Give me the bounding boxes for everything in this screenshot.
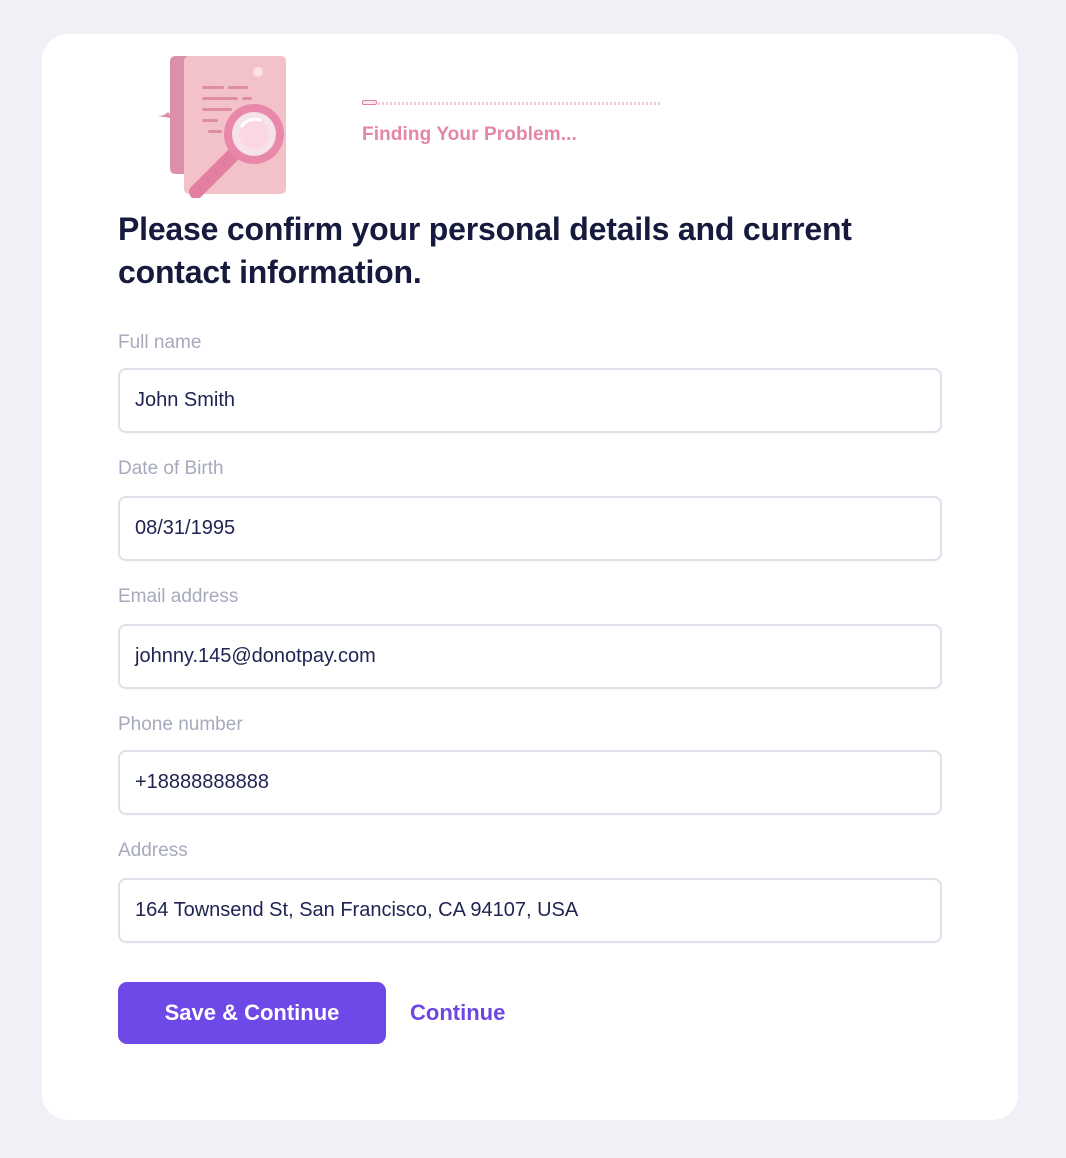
address-label: Address [118,840,188,861]
full-name-field[interactable]: John Smith [118,368,942,433]
date-of-birth-label: Date of Birth [118,458,224,479]
form-card: Finding Your Problem... Please confirm y… [42,34,1018,1120]
save-continue-button[interactable]: Save & Continue [118,982,386,1044]
progress-track [362,102,662,105]
progress-label: Finding Your Problem... [362,124,577,145]
continue-link[interactable]: Continue [410,1000,505,1026]
date-of-birth-field[interactable]: 08/31/1995 [118,496,942,561]
address-field[interactable]: 164 Townsend St, San Francisco, CA 94107… [118,878,942,943]
email-label: Email address [118,586,239,607]
phone-field[interactable]: +18888888888 [118,750,942,815]
phone-label: Phone number [118,714,243,735]
progress-bar [362,100,662,108]
progress-fill [362,100,377,105]
document-magnifier-icon [156,54,296,199]
page-title: Please confirm your personal details and… [118,211,852,290]
email-field[interactable]: johnny.145@donotpay.com [118,624,942,689]
full-name-label: Full name [118,332,202,353]
